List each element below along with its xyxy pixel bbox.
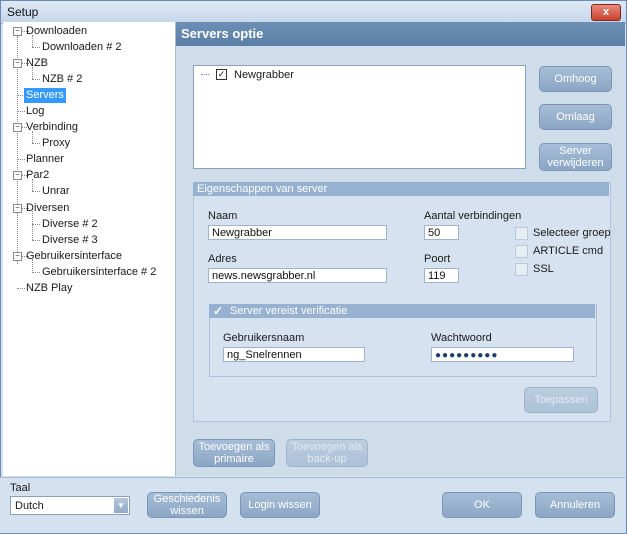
remove-server-button[interactable]: Server verwijderen: [539, 143, 612, 171]
close-button[interactable]: x: [591, 4, 621, 21]
article-cmd-checkbox[interactable]: [515, 245, 528, 258]
auth-header: ✓ Server vereist verificatie: [209, 304, 595, 318]
clear-history-button[interactable]: Geschiedenis wissen: [147, 492, 227, 518]
port-field[interactable]: 119: [424, 268, 459, 283]
collapse-icon[interactable]: −: [13, 171, 22, 180]
tree-line: [32, 47, 40, 48]
tree-item-planner[interactable]: Planner: [24, 152, 66, 167]
username-label: Gebruikersnaam: [223, 332, 305, 344]
article-cmd-label: ARTICLE cmd: [533, 245, 604, 257]
password-label: Wachtwoord: [431, 332, 492, 344]
collapse-icon[interactable]: −: [13, 27, 22, 36]
collapse-icon[interactable]: −: [13, 204, 22, 213]
cancel-label: Annuleren: [549, 499, 601, 511]
server-properties-title: Eigenschappen van server: [197, 183, 328, 195]
address-label: Adres: [208, 253, 237, 265]
apply-label: Toepassen: [534, 394, 588, 406]
language-value: Dutch: [15, 500, 44, 512]
address-field[interactable]: news.newsgrabber.nl: [208, 268, 387, 283]
tree-item-diverse-2[interactable]: Diverse # 2: [40, 217, 100, 232]
cancel-button[interactable]: Annuleren: [535, 492, 615, 518]
move-up-button[interactable]: Omhoog: [539, 66, 612, 92]
add-backup-label: Toevoegen als: [291, 441, 363, 453]
remove-server-label: Server: [559, 145, 592, 157]
add-backup-label: back-up: [307, 453, 347, 465]
tree-item-servers[interactable]: Servers: [24, 88, 66, 103]
tree-item-verbinding[interactable]: Verbinding: [24, 120, 80, 135]
tree-item-par2[interactable]: Par2: [24, 168, 51, 183]
tree-item-nzb-2[interactable]: NZB # 2: [40, 72, 84, 87]
server-properties-header: Eigenschappen van server: [193, 182, 609, 196]
server-list-item[interactable]: Newgrabber: [234, 69, 294, 81]
name-label: Naam: [208, 210, 238, 222]
tree-item-gebruikersinterface[interactable]: Gebruikersinterface: [24, 249, 124, 264]
username-field[interactable]: ng_Snelrennen: [223, 347, 365, 362]
ssl-label: SSL: [533, 263, 554, 275]
tree-line: [32, 272, 40, 273]
move-up-label: Omhoog: [554, 73, 597, 85]
ssl-checkbox[interactable]: [515, 263, 528, 276]
connections-field[interactable]: 50: [424, 225, 459, 240]
auth-title: Server vereist verificatie: [230, 305, 348, 317]
tree-item-gebruikersinterface-2[interactable]: Gebruikersinterface # 2: [40, 265, 158, 280]
collapse-icon[interactable]: −: [13, 252, 22, 261]
clear-history-label: Geschiedenis: [153, 493, 221, 505]
add-primary-label: primaire: [214, 453, 254, 465]
settings-tree: − − − − − − Downloaden Downloaden # 2 NZ…: [3, 22, 176, 476]
panel-title: Servers optie: [181, 26, 264, 41]
tree-item-diverse-3[interactable]: Diverse # 3: [40, 233, 100, 248]
close-icon: x: [602, 6, 610, 18]
server-enabled-checkbox[interactable]: ✓: [216, 69, 227, 80]
tree-line: [32, 79, 40, 80]
clear-login-button[interactable]: Login wissen: [240, 492, 320, 518]
tree-line: [32, 191, 40, 192]
tree-item-log[interactable]: Log: [24, 104, 46, 119]
tree-item-proxy[interactable]: Proxy: [40, 136, 72, 151]
collapse-icon[interactable]: −: [13, 123, 22, 132]
title-bar[interactable]: Setup x: [1, 1, 626, 24]
tree-line: [201, 74, 209, 75]
tree-item-nzb-play[interactable]: NZB Play: [24, 281, 74, 296]
tree-line: [32, 143, 40, 144]
language-select[interactable]: Dutch ▼: [10, 496, 130, 515]
tree-line: [32, 224, 40, 225]
move-down-button[interactable]: Omlaag: [539, 104, 612, 130]
port-label: Poort: [424, 253, 451, 265]
tree-line: [17, 36, 18, 264]
password-field[interactable]: ●●●●●●●●●: [431, 347, 574, 362]
add-backup-button[interactable]: Toevoegen als back-up: [286, 439, 368, 467]
apply-button[interactable]: Toepassen: [524, 387, 598, 413]
select-group-label: Selecteer groep: [533, 227, 611, 239]
tree-line: [32, 240, 40, 241]
chevron-down-icon[interactable]: ▼: [114, 498, 128, 513]
name-field[interactable]: Newgrabber: [208, 225, 387, 240]
remove-server-label: verwijderen: [547, 157, 604, 169]
tree-item-downloaden[interactable]: Downloaden: [24, 24, 89, 39]
select-group-checkbox[interactable]: [515, 227, 528, 240]
tree-item-unrar[interactable]: Unrar: [40, 184, 72, 199]
server-list[interactable]: ✓ Newgrabber: [193, 65, 526, 169]
clear-login-label: Login wissen: [248, 499, 312, 511]
collapse-icon[interactable]: −: [13, 59, 22, 68]
auth-checkbox-icon[interactable]: ✓: [213, 304, 223, 318]
panel-header: Servers optie: [176, 22, 625, 46]
move-down-label: Omlaag: [556, 111, 595, 123]
language-label: Taal: [10, 482, 31, 494]
ok-label: OK: [474, 499, 490, 511]
clear-history-label: wissen: [170, 505, 204, 517]
tree-item-diversen[interactable]: Diversen: [24, 201, 71, 216]
connections-label: Aantal verbindingen: [424, 210, 522, 222]
ok-button[interactable]: OK: [442, 492, 522, 518]
server-properties-group: [193, 182, 611, 422]
tree-item-downloaden-2[interactable]: Downloaden # 2: [40, 40, 124, 55]
add-primary-button[interactable]: Toevoegen als primaire: [193, 439, 275, 467]
window-title: Setup: [7, 5, 39, 19]
add-primary-label: Toevoegen als: [198, 441, 270, 453]
tree-item-nzb[interactable]: NZB: [24, 56, 50, 71]
